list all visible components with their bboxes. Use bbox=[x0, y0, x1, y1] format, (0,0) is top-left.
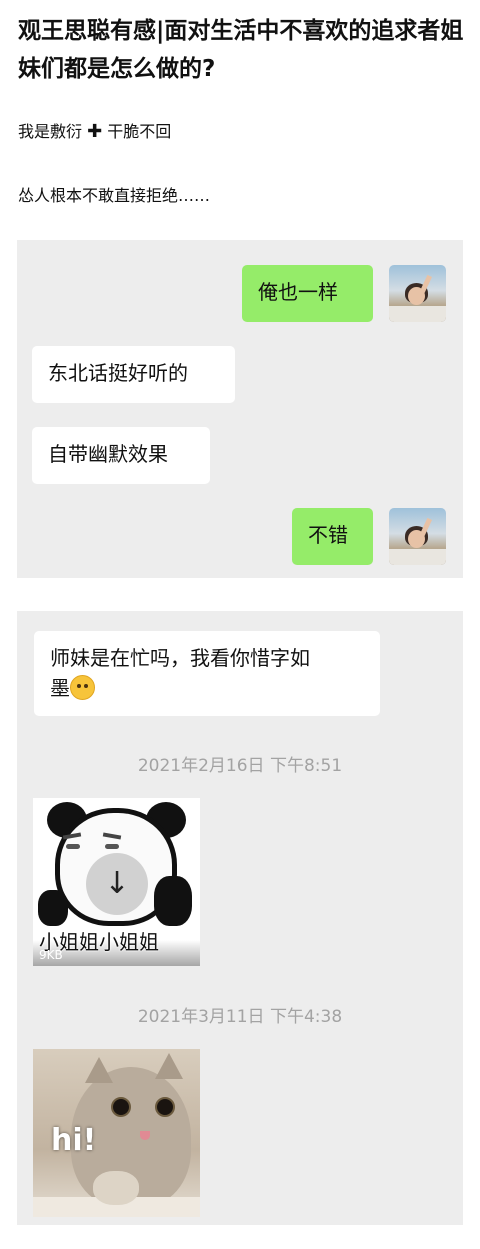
paragraph-text-a: 我是敷衍 bbox=[18, 122, 83, 141]
chat-bubble-outgoing: 不错 bbox=[292, 508, 373, 565]
sticker-panda-meme[interactable]: ↓ 小姐姐小姐姐 9KB bbox=[33, 798, 200, 966]
message-line-1: 师妹是在忙吗，我看你惜字如 bbox=[50, 646, 310, 670]
chat-bubble-incoming: 东北话挺好听的 bbox=[32, 346, 235, 403]
sticker-cat-meme[interactable]: hi! bbox=[33, 1049, 200, 1217]
paragraph-text-b: 干脆不回 bbox=[107, 122, 172, 141]
user-avatar[interactable] bbox=[389, 265, 446, 322]
article-paragraph-2: 怂人根本不敢直接拒绝…… bbox=[18, 186, 211, 205]
chat-screenshot-1: 俺也一样 东北话挺好听的 自带幽默效果 不错 bbox=[17, 240, 463, 578]
sticker-file-size: 9KB bbox=[39, 948, 63, 962]
chat-timestamp: 2021年3月11日 下午4:38 bbox=[137, 1007, 343, 1027]
article-title: 观王思聪有感|面对生活中不喜欢的追求者姐妹们都是怎么做的? bbox=[18, 18, 464, 82]
download-icon[interactable]: ↓ bbox=[86, 853, 148, 915]
user-avatar[interactable] bbox=[389, 508, 446, 565]
chat-screenshot-2: 师妹是在忙吗，我看你惜字如 墨 2021年2月16日 下午8:51 ↓ 小姐姐小… bbox=[17, 611, 463, 1225]
article-paragraph-1: 我是敷衍 ✚ 干脆不回 bbox=[18, 118, 171, 142]
sticker-caption: hi! bbox=[51, 1123, 97, 1158]
message-line-2: 墨 bbox=[50, 673, 364, 703]
crying-face-icon bbox=[70, 675, 95, 700]
chat-timestamp: 2021年2月16日 下午8:51 bbox=[137, 756, 343, 776]
chat-bubble-incoming: 师妹是在忙吗，我看你惜字如 墨 bbox=[34, 631, 380, 716]
chat-bubble-incoming: 自带幽默效果 bbox=[32, 427, 210, 484]
plus-icon: ✚ bbox=[87, 121, 103, 142]
chat-bubble-outgoing: 俺也一样 bbox=[242, 265, 373, 322]
message-text: 墨 bbox=[50, 676, 70, 700]
